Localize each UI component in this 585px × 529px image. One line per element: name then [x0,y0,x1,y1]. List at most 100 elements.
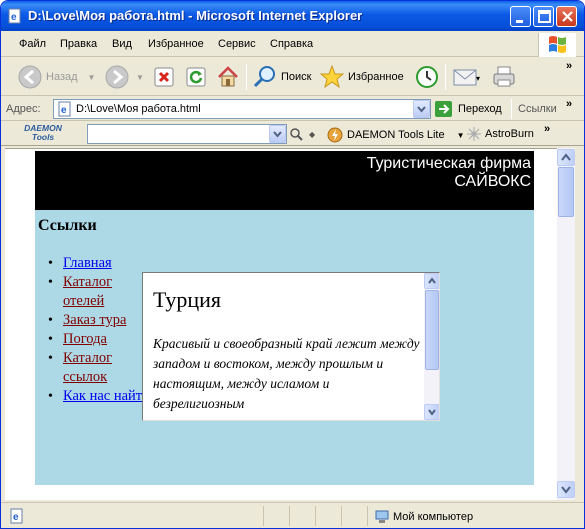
address-input[interactable]: e D:\Love\Моя работа.html [53,99,431,119]
favorites-button[interactable]: Избранное [319,62,404,92]
chevron-down-icon [273,131,282,138]
astroburn-icon [467,127,481,141]
go-button[interactable]: Переход [434,100,502,118]
printer-icon [493,66,515,87]
daemon-logo-line2: Tools [31,132,55,142]
links-overflow-chevron[interactable]: » [566,98,572,110]
back-arrow-icon [18,65,42,89]
search-button[interactable]: Поиск [252,62,311,92]
links-label[interactable]: Ссылки [518,103,557,115]
refresh-icon [186,67,206,87]
page-header: Туристическая фирма САЙВОКС [35,151,534,210]
search-label: Поиск [281,71,312,83]
address-dropdown-button[interactable] [413,100,430,118]
history-button[interactable] [414,62,440,92]
nav-item-hotels: Каталог отелей [48,273,153,311]
status-cell [341,506,367,526]
stop-button[interactable] [153,62,175,92]
nav-link-find-us[interactable]: Как нас найти [63,388,150,404]
mail-icon: ▾ [453,69,480,86]
daemon-search-combo[interactable] [87,124,287,144]
frame-scrollbar[interactable] [424,273,439,420]
print-button[interactable] [491,62,517,92]
page-scroll-thumb[interactable] [558,167,574,217]
nav-link-weather[interactable]: Погода [63,331,107,347]
chevron-up-icon [561,153,571,161]
page-viewport: Туристическая фирма САЙВОКС Ссылки Главн… [5,148,557,500]
svg-text:▾: ▾ [476,74,480,83]
address-value: D:\Love\Моя работа.html [76,103,201,115]
daemon-tools-lite-button[interactable]: DAEMON Tools Lite ▼ [327,127,465,143]
search-icon [253,66,275,88]
nav-link-hotels[interactable]: Каталог отелей [63,274,112,309]
page-status-icon: e [10,508,23,524]
daemon-lightning-icon [327,127,343,143]
nav-list: Главная Каталог отелей Заказ тура Погода… [48,254,153,406]
brand-title: Туристическая фирма САЙВОКС [367,155,531,191]
daemon-tools-bar: DAEMON Tools ◆ DAEMON Tools Lite ▼ Astro… [1,122,584,146]
title-bar[interactable]: e D:\Love\Моя работа.html - Microsoft In… [1,1,584,31]
windows-logo-icon [538,33,576,57]
menu-bar: Файл Правка Вид Избранное Сервис Справка [1,31,584,57]
links-heading: Ссылки [38,217,97,234]
menu-tools[interactable]: Сервис [218,38,256,50]
page-scrollbar[interactable] [557,148,575,500]
refresh-button[interactable] [185,62,207,92]
menu-file[interactable]: Файл [19,38,46,50]
menu-help[interactable]: Справка [270,38,313,50]
standard-toolbar: Назад ▼ ▼ Поиск Избранное ▾ » [1,58,584,96]
menu-view[interactable]: Вид [112,38,132,50]
close-button[interactable] [556,6,577,27]
security-zone: Мой компьютер [375,510,473,524]
forward-arrow-icon [105,65,129,89]
go-arrow-icon [435,101,452,117]
status-cell [315,506,341,526]
nav-link-home[interactable]: Главная [63,255,112,271]
daemon-lite-label: DAEMON Tools Lite [347,129,445,141]
nav-link-order-tour[interactable]: Заказ тура [63,312,126,328]
frame-scroll-up-button[interactable] [424,273,439,289]
content-frame[interactable]: Турция Красивый и своеобразный край лежи… [142,272,440,421]
page-icon: e [58,101,71,117]
favorites-label: Избранное [348,71,404,83]
svg-text:e: e [13,512,19,523]
svg-text:e: e [11,12,17,23]
ie-page-icon: e [8,8,21,24]
home-button[interactable] [216,62,240,92]
daemon-search-button[interactable]: ◆ [289,127,315,141]
home-icon [218,66,238,87]
minimize-button[interactable] [510,6,531,27]
back-button[interactable]: Назад ▼ [17,62,95,92]
window-title: D:\Love\Моя работа.html - Microsoft Inte… [28,8,363,23]
daemon-overflow-chevron[interactable]: » [544,123,550,135]
page-body: Ссылки Главная Каталог отелей Заказ тура… [35,210,534,485]
frame-scroll-down-button[interactable] [424,404,439,420]
menu-edit[interactable]: Правка [60,38,97,50]
back-label: Назад [46,71,78,83]
toolbar-overflow-chevron[interactable]: » [566,60,572,72]
mail-button[interactable]: ▾ [452,62,482,92]
nav-item-weather: Погода [48,330,153,349]
maximize-button[interactable] [533,6,554,27]
daemon-dropdown-button[interactable] [269,125,286,143]
toolbar-separator [246,64,247,90]
menu-favorites[interactable]: Избранное [148,38,204,50]
forward-button[interactable]: ▼ [104,62,144,92]
frame-text: Красивый и своеобразный край лежит между… [153,336,420,411]
go-label: Переход [458,103,502,115]
frame-scroll-thumb[interactable] [425,290,439,370]
toolbar-separator [445,64,446,90]
status-cell [289,506,315,526]
page-scroll-down-button[interactable] [557,481,575,498]
page-scroll-up-button[interactable] [557,149,575,166]
nav-link-links-catalog[interactable]: Каталог ссылок [63,350,112,385]
my-computer-icon [375,510,389,523]
favorites-star-icon [319,64,345,89]
astroburn-button[interactable]: AstroBurn [467,127,534,141]
address-label: Адрес: [6,103,41,115]
nav-item-order: Заказ тура [48,311,153,330]
brand-line1: Туристическая фирма [366,155,531,172]
svg-text:e: e [61,105,67,116]
status-bar: e Мой компьютер [1,502,584,528]
nav-item-find-us: Как нас найти [48,387,153,406]
